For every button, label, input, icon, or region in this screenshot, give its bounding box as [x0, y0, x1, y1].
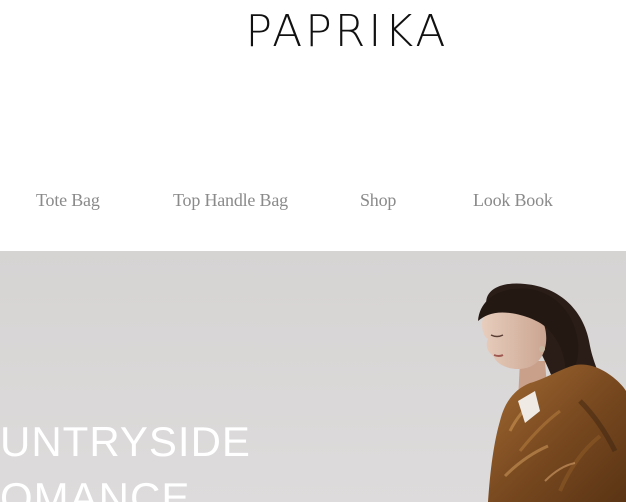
nav-item-look-book[interactable]: Look Book	[473, 190, 553, 211]
hero-banner[interactable]: UNTRYSIDE OMANCE	[0, 251, 626, 502]
main-nav: Tote Bag Top Handle Bag Shop Look Book	[0, 190, 626, 216]
nav-item-top-handle-bag[interactable]: Top Handle Bag	[173, 190, 288, 211]
nav-item-tote-bag[interactable]: Tote Bag	[36, 190, 100, 211]
page: PAPRIKA Tote Bag Top Handle Bag Shop Loo…	[0, 0, 626, 502]
nav-item-shop[interactable]: Shop	[360, 190, 396, 211]
brand-logo[interactable]: PAPRIKA	[0, 6, 626, 58]
hero-title-line-2: OMANCE	[0, 474, 191, 502]
hero-title-line-1: UNTRYSIDE	[0, 418, 251, 465]
